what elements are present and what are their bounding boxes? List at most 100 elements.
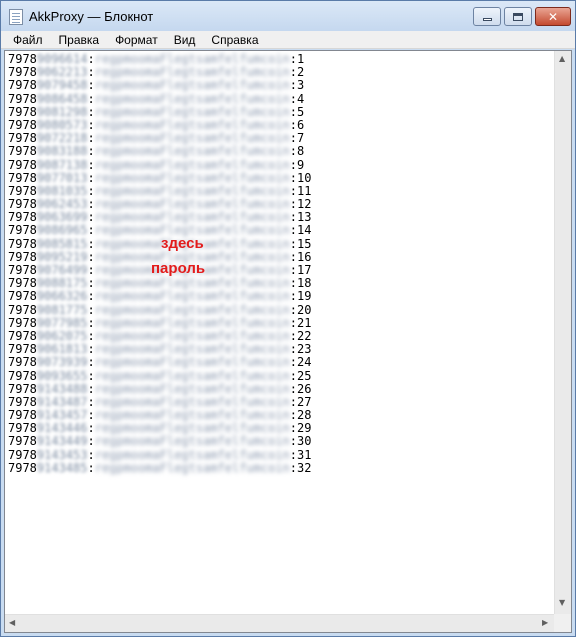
blurred-password: regpmoomaFlegtsamfelfumcoin	[94, 434, 290, 449]
phone-prefix: 7978	[8, 197, 37, 212]
scroll-up-icon[interactable]: ▲	[559, 55, 565, 63]
blurred-phone-digits: 9076499	[36, 263, 88, 277]
phone-prefix: 7978	[8, 236, 37, 251]
title-bar[interactable]: AkkProxy — Блокнот ✕	[1, 1, 575, 31]
blurred-password: regpmoomaFlegtsamfelfumcoin	[94, 315, 290, 330]
blurred-phone-digits: 9085815	[36, 236, 88, 251]
blurred-phone-digits: 9077985	[36, 315, 88, 330]
scroll-right-icon[interactable]: ▶	[542, 619, 548, 627]
line-number-suffix: :28	[289, 408, 312, 423]
menu-help[interactable]: Справка	[203, 31, 266, 49]
separator: :	[87, 170, 95, 185]
line-number-suffix: :2	[289, 65, 305, 80]
line-number-suffix: :21	[289, 315, 312, 330]
separator: :	[87, 131, 95, 146]
separator: :	[87, 408, 95, 423]
line-number-suffix: :4	[289, 91, 305, 106]
phone-prefix: 7978	[8, 315, 37, 330]
notepad-window: AkkProxy — Блокнот ✕ Файл Правка Формат …	[0, 0, 576, 637]
menu-file[interactable]: Файл	[5, 31, 51, 49]
blurred-password: regpmoomaFlegtsamfelfumcoin	[94, 368, 290, 383]
text-content[interactable]: 79789096614:regpmoomaFlegtsamfelfumcoin:…	[5, 51, 554, 614]
line-number-suffix: :26	[289, 381, 312, 396]
line-number-suffix: :10	[289, 170, 312, 185]
line-number-suffix: :13	[289, 210, 312, 225]
blurred-password: regpmoomaFlegtsamfelfumcoin	[94, 289, 290, 304]
menu-edit[interactable]: Правка	[51, 31, 108, 49]
annotation-line-1: здесь	[161, 235, 204, 252]
blurred-password: regpmoomaFlegtsamfelfumcoin	[94, 91, 290, 106]
blurred-phone-digits: 9096614	[36, 52, 88, 66]
blurred-phone-digits: 9143485	[36, 460, 88, 475]
separator: :	[87, 223, 95, 238]
line-number-suffix: :23	[289, 342, 312, 357]
blurred-password: regpmoomaFlegtsamfelfumcoin	[94, 355, 290, 370]
phone-prefix: 7978	[8, 381, 37, 396]
blurred-password: regpmoomaFlegtsamfelfumcoin	[94, 183, 290, 198]
blurred-phone-digits: 9143488	[36, 381, 88, 396]
separator: :	[87, 78, 95, 93]
blurred-phone-digits: 9143449	[36, 434, 88, 449]
line-number-suffix: :19	[289, 289, 312, 304]
menu-view[interactable]: Вид	[166, 31, 204, 49]
separator: :	[87, 342, 95, 357]
phone-prefix: 7978	[8, 104, 37, 119]
scrollbar-corner	[554, 614, 571, 632]
phone-prefix: 7978	[8, 91, 37, 106]
blurred-phone-digits: 9143453	[36, 447, 88, 462]
separator: :	[87, 302, 95, 317]
window-title: AkkProxy — Блокнот	[29, 9, 154, 24]
blurred-password: regpmoomaFlegtsamfelfumcoin	[94, 447, 290, 462]
notepad-icon	[9, 9, 23, 25]
phone-prefix: 7978	[8, 157, 37, 172]
phone-prefix: 7978	[8, 355, 37, 370]
horizontal-scrollbar[interactable]: ◀ ▶	[5, 614, 554, 632]
menu-format[interactable]: Формат	[107, 31, 166, 49]
blurred-phone-digits: 9143457	[36, 408, 88, 423]
blurred-password: regpmoomaFlegtsamfelfumcoin	[94, 144, 290, 159]
blurred-phone-digits: 9073939	[36, 355, 88, 370]
separator: :	[87, 183, 95, 198]
phone-prefix: 7978	[8, 328, 37, 343]
line-number-suffix: :5	[289, 104, 305, 119]
line-number-suffix: :12	[289, 197, 312, 212]
line-number-suffix: :29	[289, 421, 312, 436]
line-number-suffix: :32	[289, 460, 312, 475]
line-number-suffix: :3	[289, 78, 305, 93]
separator: :	[87, 355, 95, 370]
separator: :	[87, 368, 95, 383]
blurred-password: regpmoomaFlegtsamfelfumcoin	[94, 170, 290, 185]
line-number-suffix: :22	[289, 328, 312, 343]
separator: :	[87, 276, 95, 291]
minimize-button[interactable]	[473, 7, 501, 26]
separator: :	[87, 104, 95, 119]
separator: :	[87, 315, 95, 330]
line-number-suffix: :14	[289, 223, 312, 238]
vertical-scrollbar[interactable]: ▲ ▼	[554, 51, 571, 614]
blurred-phone-digits: 9081035	[36, 183, 88, 198]
phone-prefix: 7978	[8, 263, 37, 277]
phone-prefix: 7978	[8, 408, 37, 423]
line-number-suffix: :20	[289, 302, 312, 317]
phone-prefix: 7978	[8, 302, 37, 317]
blurred-password: regpmoomaFlegtsamfelfumcoin	[94, 408, 290, 423]
line-number-suffix: :30	[289, 434, 312, 449]
text-editor[interactable]: 79789096614:regpmoomaFlegtsamfelfumcoin:…	[4, 50, 572, 633]
minimize-icon	[482, 18, 492, 21]
phone-prefix: 7978	[8, 368, 37, 383]
line-number-suffix: :15	[289, 236, 312, 251]
blurred-phone-digits: 9066326	[36, 289, 88, 304]
blurred-password: regpmoomaFlegtsamfelfumcoin	[94, 394, 290, 409]
close-button[interactable]: ✕	[535, 7, 571, 26]
blurred-phone-digits: 9086458	[36, 91, 88, 106]
menu-bar: Файл Правка Формат Вид Справка	[1, 31, 575, 49]
blurred-phone-digits: 9079458	[36, 78, 88, 93]
phone-prefix: 7978	[8, 342, 37, 357]
blurred-phone-digits: 9062453	[36, 197, 88, 212]
line-number-suffix: :7	[289, 131, 305, 146]
blurred-password: regpmoomaFlegtsamfelfumcoin	[94, 302, 290, 317]
scroll-down-icon[interactable]: ▼	[559, 599, 565, 607]
maximize-button[interactable]	[504, 7, 532, 26]
scroll-left-icon[interactable]: ◀	[9, 619, 15, 627]
line-number-suffix: :9	[289, 157, 305, 172]
